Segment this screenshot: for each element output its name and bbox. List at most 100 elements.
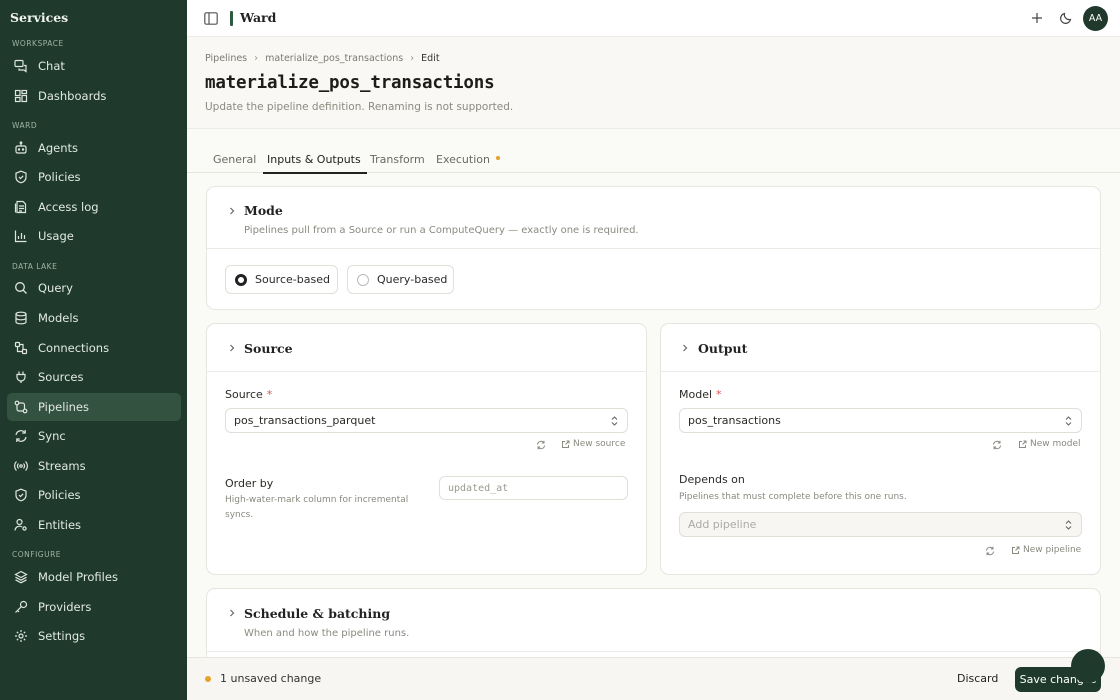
- external-link-icon: [1012, 546, 1020, 554]
- chevron-up-down-icon: [611, 416, 618, 426]
- chevron-right-icon: ›: [254, 53, 259, 64]
- sync-icon: [15, 430, 27, 442]
- sidebar-item-label: Query: [38, 281, 73, 295]
- order-by-label: Order by: [225, 477, 274, 490]
- sidebar-item-label: Pipelines: [38, 400, 89, 414]
- sidebar-item-label: Access log: [38, 200, 99, 214]
- sidebar-item-label: Models: [38, 311, 79, 325]
- sidebar-item-label: Model Profiles: [38, 570, 118, 584]
- tab-general[interactable]: General: [213, 153, 256, 172]
- model-label: Model *: [679, 388, 722, 401]
- schedule-subtitle: When and how the pipeline runs.: [244, 628, 410, 639]
- mode-card: [206, 186, 1101, 310]
- model-select-value: pos_transactions: [688, 414, 781, 427]
- moon-icon[interactable]: [1059, 11, 1073, 25]
- sidebar-item-label: Policies: [38, 170, 81, 184]
- sidebar-item-sources[interactable]: Sources: [7, 363, 181, 391]
- sidebar-item-entities[interactable]: Entities: [7, 511, 181, 539]
- sidebar-item-model-profiles[interactable]: Model Profiles: [7, 563, 181, 591]
- query-based-radio[interactable]: Query-based: [347, 265, 454, 294]
- pipeline-icon: [14, 400, 28, 414]
- source-based-radio[interactable]: Source-based: [225, 265, 338, 294]
- sidebar-title: Services: [10, 10, 69, 25]
- brand-name: Ward: [240, 10, 277, 25]
- chevron-right-icon[interactable]: [228, 609, 236, 617]
- sidebar-item-streams[interactable]: Streams: [7, 452, 181, 480]
- plug-icon: [16, 371, 26, 383]
- order-by-input[interactable]: [439, 476, 628, 500]
- sidebar-item-label: Providers: [38, 600, 92, 614]
- breadcrumb-pipelines[interactable]: Pipelines: [205, 53, 247, 64]
- model-select[interactable]: pos_transactions: [679, 408, 1082, 433]
- chevron-right-icon[interactable]: [681, 344, 689, 352]
- chevron-right-icon[interactable]: [228, 207, 236, 215]
- sidebar-item-label: Usage: [38, 229, 74, 243]
- tab-execution[interactable]: Execution: [436, 153, 500, 172]
- brand-accent-bar: [230, 11, 233, 26]
- unsaved-changes-bar: 1 unsaved change Discard Save changes: [187, 657, 1120, 700]
- schedule-title: Schedule & batching: [244, 606, 391, 621]
- breadcrumb-pipeline[interactable]: materialize_pos_transactions: [265, 53, 403, 64]
- source-based-label: Source-based: [255, 273, 330, 286]
- section-workspace: WORKSPACE: [12, 39, 64, 48]
- discard-button[interactable]: Discard: [957, 672, 998, 685]
- order-by-hint: High-water-mark column for incremental s…: [225, 495, 409, 520]
- tab-inputs-outputs[interactable]: Inputs & Outputs: [263, 153, 367, 174]
- sidebar-item-usage[interactable]: Usage: [7, 222, 181, 250]
- tab-transform[interactable]: Transform: [370, 153, 425, 172]
- sidebar-item-access-log[interactable]: Access log: [7, 193, 181, 221]
- chevron-right-icon: ›: [410, 53, 415, 64]
- sidebar-item-providers[interactable]: Providers: [7, 593, 181, 621]
- radio-indicator: [357, 273, 369, 286]
- bar-chart-icon: [14, 230, 27, 243]
- sidebar-item-policies-lake[interactable]: Policies: [7, 481, 181, 509]
- refresh-icon[interactable]: [536, 440, 546, 450]
- source-select[interactable]: pos_transactions_parquet: [225, 408, 628, 433]
- sidebar-item-query[interactable]: Query: [7, 274, 181, 302]
- sidebar-item-dashboards[interactable]: Dashboards: [7, 82, 181, 110]
- sidebar-item-connections[interactable]: Connections: [7, 334, 181, 362]
- sidebar-item-policies[interactable]: Policies: [7, 163, 181, 191]
- database-icon: [15, 311, 27, 325]
- sidebar-toggle-icon[interactable]: [204, 12, 218, 25]
- output-title: Output: [698, 341, 748, 356]
- sidebar-item-agents[interactable]: Agents: [7, 134, 181, 162]
- new-pipeline-link[interactable]: New pipeline: [1011, 545, 1081, 555]
- chevron-up-down-icon: [1065, 416, 1072, 426]
- new-model-link[interactable]: New model: [1018, 439, 1081, 449]
- mode-card-header[interactable]: [207, 187, 1100, 249]
- sidebar-item-models[interactable]: Models: [7, 304, 181, 332]
- sidebar-item-pipelines[interactable]: Pipelines: [7, 393, 181, 421]
- sidebar-item-label: Chat: [38, 59, 65, 73]
- sidebar-item-label: Sync: [38, 429, 66, 443]
- sidebar-item-label: Agents: [38, 141, 79, 155]
- floating-action-button[interactable]: [1071, 649, 1105, 683]
- search-icon: [15, 282, 27, 294]
- new-source-link[interactable]: New source: [561, 439, 625, 449]
- chevron-right-icon[interactable]: [228, 344, 236, 352]
- key-icon: [15, 600, 28, 613]
- sidebar-item-label: Entities: [38, 518, 82, 532]
- sidebar-item-settings[interactable]: Settings: [7, 622, 181, 650]
- sidebar-item-sync[interactable]: Sync: [7, 422, 181, 450]
- page-title: materialize_pos_transactions: [205, 73, 495, 93]
- depends-on-placeholder: Add pipeline: [688, 518, 757, 531]
- broadcast-icon: [14, 461, 28, 471]
- refresh-icon[interactable]: [992, 440, 1002, 450]
- tabs: General Inputs & Outputs Transform Execu…: [187, 129, 1120, 174]
- sidebar-item-chat[interactable]: Chat: [7, 52, 181, 80]
- avatar[interactable]: AA: [1083, 6, 1108, 31]
- plus-icon[interactable]: [1030, 11, 1044, 25]
- sidebar-item-label: Connections: [38, 341, 110, 355]
- page-header: Pipelines › materialize_pos_transactions…: [187, 37, 1120, 129]
- depends-on-select[interactable]: Add pipeline: [679, 512, 1082, 537]
- sidebar-item-label: Dashboards: [38, 89, 107, 103]
- unsaved-dot: [205, 676, 211, 682]
- unsaved-status: 1 unsaved change: [220, 672, 322, 685]
- refresh-icon[interactable]: [985, 546, 995, 556]
- query-based-label: Query-based: [377, 273, 448, 286]
- external-link-icon: [562, 440, 570, 448]
- section-configure: CONFIGURE: [12, 550, 62, 559]
- breadcrumb: Pipelines › materialize_pos_transactions…: [205, 53, 440, 64]
- new-pipeline-label: New pipeline: [1023, 545, 1082, 555]
